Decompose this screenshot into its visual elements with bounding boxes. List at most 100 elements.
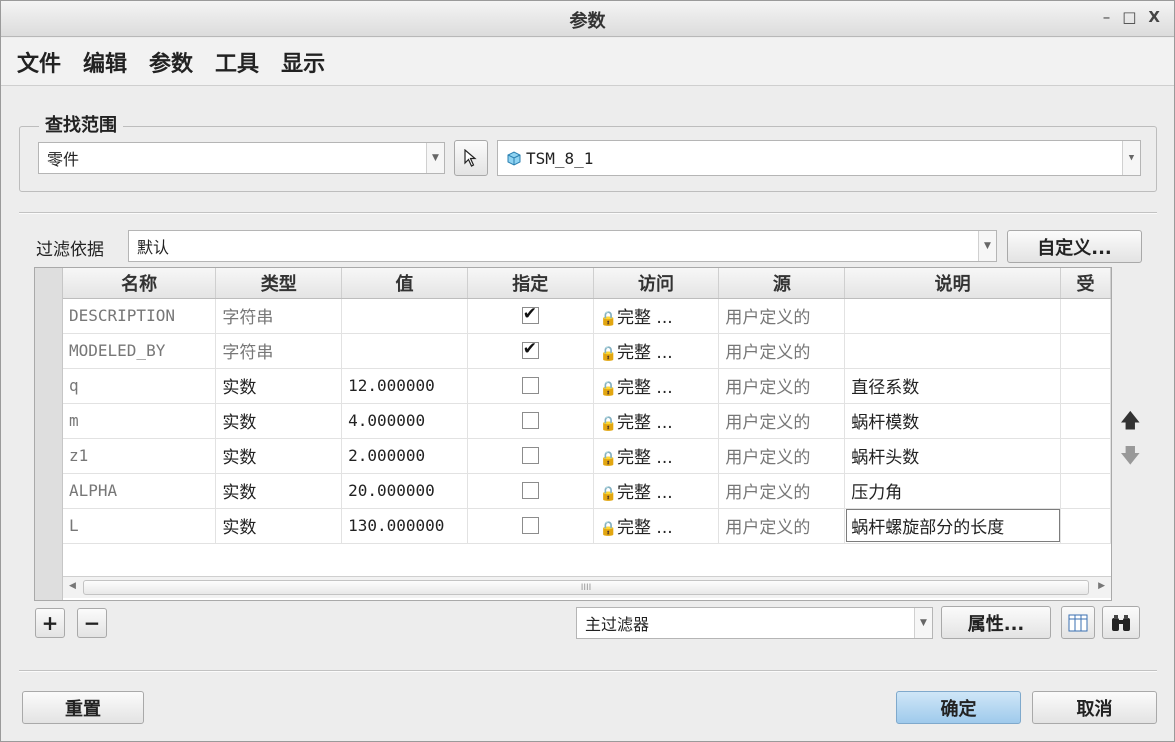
menu-edit[interactable]: 编辑 <box>83 46 127 78</box>
title-bar[interactable]: 参数 – □ X <box>1 1 1174 37</box>
cell-designate[interactable] <box>467 438 594 474</box>
cell-designate[interactable] <box>467 508 594 544</box>
cell-source[interactable]: 用户定义的 <box>718 438 846 474</box>
cell-description[interactable] <box>844 333 1062 369</box>
scroll-right-icon[interactable]: ▶ <box>1098 581 1105 591</box>
cell-access[interactable]: 🔒完整 ... <box>593 333 720 369</box>
select-pointer-button[interactable] <box>454 140 488 176</box>
cell-type[interactable]: 实数 <box>215 438 343 474</box>
col-value[interactable]: 值 <box>341 268 468 299</box>
scroll-left-icon[interactable]: ◀ <box>69 581 76 591</box>
cell-source[interactable]: 用户定义的 <box>718 403 846 439</box>
close-icon[interactable]: X <box>1148 8 1160 26</box>
cell-access[interactable]: 🔒完整 ... <box>593 473 720 509</box>
designate-checkbox[interactable] <box>521 377 539 394</box>
model-select[interactable]: TSM_8_1 ▼ <box>497 140 1141 176</box>
filter-select[interactable]: 默认 ▼ <box>128 230 997 262</box>
customize-button[interactable]: 自定义... <box>1007 230 1142 263</box>
cell-access[interactable]: 🔒完整 ... <box>593 438 720 474</box>
cell-access[interactable]: 🔒完整 ... <box>593 508 720 544</box>
remove-parameter-button[interactable]: − <box>77 608 107 638</box>
table-row[interactable]: L 实数 130.000000 🔒完整 ... 用户定义的 蜗杆螺旋部分的长度 <box>63 508 1111 544</box>
chevron-down-icon[interactable]: ▼ <box>1122 141 1140 175</box>
col-description[interactable]: 说明 <box>844 268 1062 299</box>
col-name[interactable]: 名称 <box>63 268 217 299</box>
main-filter-select[interactable]: 主过滤器 ▼ <box>576 607 933 639</box>
horizontal-scrollbar[interactable]: ◀ IIII ▶ <box>63 576 1111 598</box>
cell-designate[interactable] <box>467 403 594 439</box>
cell-description[interactable]: 蜗杆模数 <box>844 403 1062 439</box>
cell-restricted[interactable] <box>1060 368 1111 404</box>
cell-type[interactable]: 实数 <box>215 473 343 509</box>
chevron-down-icon[interactable]: ▼ <box>914 608 932 638</box>
chevron-down-icon[interactable]: ▼ <box>426 143 444 173</box>
ok-button[interactable]: 确定 <box>896 691 1021 724</box>
minimize-icon[interactable]: – <box>1103 8 1111 26</box>
table-row[interactable]: q 实数 12.000000 🔒完整 ... 用户定义的 直径系数 <box>63 368 1111 404</box>
cell-source[interactable]: 用户定义的 <box>718 368 846 404</box>
col-restricted[interactable]: 受 <box>1060 268 1111 299</box>
binoculars-icon[interactable] <box>1102 606 1140 639</box>
cell-name[interactable]: L <box>63 508 217 544</box>
cell-description[interactable] <box>844 298 1062 334</box>
col-type[interactable]: 类型 <box>215 268 343 299</box>
cancel-button[interactable]: 取消 <box>1032 691 1157 724</box>
scroll-thumb[interactable]: IIII <box>83 580 1089 595</box>
cell-name[interactable]: ALPHA <box>63 473 217 509</box>
properties-button[interactable]: 属性... <box>941 606 1051 639</box>
menu-display[interactable]: 显示 <box>281 46 325 78</box>
cell-name[interactable]: m <box>63 403 217 439</box>
cell-restricted[interactable] <box>1060 298 1111 334</box>
cell-name[interactable]: q <box>63 368 217 404</box>
cell-type[interactable]: 实数 <box>215 368 343 404</box>
menu-file[interactable]: 文件 <box>17 46 61 78</box>
cell-value[interactable]: 12.000000 <box>341 368 468 404</box>
cell-access[interactable]: 🔒完整 ... <box>593 403 720 439</box>
move-up-icon[interactable]: 🡅 <box>1120 406 1141 440</box>
table-row[interactable]: ALPHA 实数 20.000000 🔒完整 ... 用户定义的 压力角 <box>63 473 1111 509</box>
col-access[interactable]: 访问 <box>593 268 720 299</box>
access-more[interactable]: ... <box>656 308 672 328</box>
access-more[interactable]: ... <box>656 378 672 398</box>
designate-checkbox[interactable] <box>521 412 539 429</box>
cell-source[interactable]: 用户定义的 <box>718 508 846 544</box>
cell-restricted[interactable] <box>1060 508 1111 544</box>
table-row[interactable]: m 实数 4.000000 🔒完整 ... 用户定义的 蜗杆模数 <box>63 403 1111 439</box>
cell-name[interactable]: z1 <box>63 438 217 474</box>
menu-parameters[interactable]: 参数 <box>149 46 193 78</box>
table-row[interactable]: DESCRIPTION字符串🔒完整 ...用户定义的 <box>63 298 1111 334</box>
cell-restricted[interactable] <box>1060 438 1111 474</box>
cell-source[interactable]: 用户定义的 <box>718 333 846 369</box>
cell-type[interactable]: 实数 <box>215 403 343 439</box>
cell-restricted[interactable] <box>1060 333 1111 369</box>
cell-restricted[interactable] <box>1060 473 1111 509</box>
designate-checkbox[interactable] <box>521 482 539 499</box>
cell-value[interactable] <box>341 333 468 369</box>
maximize-icon[interactable]: □ <box>1122 8 1136 26</box>
cell-type[interactable]: 字符串 <box>215 298 343 334</box>
table-columns-icon[interactable] <box>1061 606 1095 639</box>
col-source[interactable]: 源 <box>718 268 846 299</box>
cell-designate[interactable] <box>467 368 594 404</box>
designate-checkbox[interactable] <box>521 517 539 534</box>
cell-access[interactable]: 🔒完整 ... <box>593 368 720 404</box>
cell-description[interactable]: 压力角 <box>844 473 1062 509</box>
table-row[interactable]: z1 实数 2.000000 🔒完整 ... 用户定义的 蜗杆头数 <box>63 438 1111 474</box>
cell-name[interactable]: MODELED_BY <box>63 333 217 369</box>
access-more[interactable]: ... <box>656 518 672 538</box>
cell-value[interactable]: 4.000000 <box>341 403 468 439</box>
cell-name[interactable]: DESCRIPTION <box>63 298 217 334</box>
move-down-icon[interactable]: 🡇 <box>1120 441 1141 475</box>
cell-designate[interactable] <box>467 298 594 334</box>
access-more[interactable]: ... <box>656 413 672 433</box>
chevron-down-icon[interactable]: ▼ <box>978 231 996 261</box>
cell-designate[interactable] <box>467 473 594 509</box>
designate-checkbox[interactable] <box>521 447 539 464</box>
cell-description[interactable]: 蜗杆头数 <box>844 438 1062 474</box>
cell-description[interactable]: 蜗杆螺旋部分的长度 <box>844 508 1062 544</box>
add-parameter-button[interactable]: + <box>35 608 65 638</box>
col-designate[interactable]: 指定 <box>467 268 594 299</box>
cell-type[interactable]: 字符串 <box>215 333 343 369</box>
designate-checkbox[interactable] <box>521 304 539 324</box>
designate-checkbox[interactable] <box>521 339 539 359</box>
